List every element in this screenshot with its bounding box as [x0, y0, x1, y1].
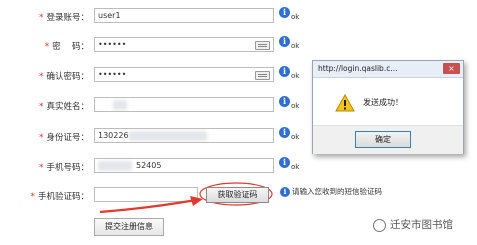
red-arrow — [99, 198, 197, 214]
alert-dialog: http://login.qaslib.c... × 发送成功！ 确定 — [312, 60, 464, 154]
submit-button[interactable]: 提交注册信息 — [94, 218, 164, 236]
dialog-footer: 确定 — [313, 125, 463, 154]
ok-button[interactable]: 确定 — [355, 131, 411, 148]
info-icon: i — [280, 187, 290, 197]
warning-icon — [335, 94, 355, 112]
dialog-message: 发送成功！ — [363, 98, 403, 107]
dialog-titlebar: http://login.qaslib.c... × — [313, 61, 463, 78]
close-button[interactable]: × — [443, 63, 460, 74]
watermark: 迁安市图书馆 — [373, 217, 453, 232]
dialog-title: http://login.qaslib.c... — [318, 64, 398, 73]
sms-code-hint: i 请输入您收到的短信验证码 — [280, 186, 382, 197]
get-code-button[interactable]: 获取验证码 — [206, 187, 269, 203]
wechat-logo-icon — [373, 218, 386, 232]
